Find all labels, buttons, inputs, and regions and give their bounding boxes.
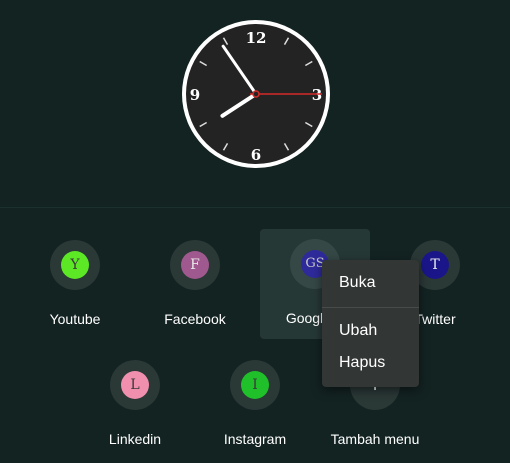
shortcut-linkedin[interactable]: L Linkedin <box>75 350 195 460</box>
shortcut-instagram-ring: I <box>230 360 280 410</box>
shortcut-instagram-letter: I <box>241 371 269 399</box>
menu-separator <box>322 307 419 308</box>
shortcut-instagram[interactable]: I Instagram <box>195 350 315 460</box>
numeral-3: 3 <box>312 86 322 104</box>
shortcut-instagram-label: Instagram <box>223 431 287 447</box>
shortcut-youtube-letter: Y <box>61 251 89 279</box>
shortcut-youtube-label: Youtube <box>49 311 101 327</box>
numeral-9: 9 <box>190 86 200 104</box>
menu-item-edit[interactable]: Ubah <box>322 315 419 347</box>
shortcut-facebook[interactable]: F Facebook <box>135 230 255 340</box>
context-menu: Buka Ubah Hapus <box>322 260 419 387</box>
menu-item-open[interactable]: Buka <box>322 267 419 299</box>
numeral-12: 12 <box>246 29 267 47</box>
numeral-6: 6 <box>251 146 261 164</box>
analog-clock: 12 3 6 9 <box>182 20 330 168</box>
shortcut-linkedin-letter: L <box>121 371 149 399</box>
shortcut-linkedin-ring: L <box>110 360 160 410</box>
shortcut-linkedin-label: Linkedin <box>108 431 162 447</box>
section-divider <box>0 207 510 208</box>
shortcut-twitter-letter: T <box>421 251 449 279</box>
menu-item-delete[interactable]: Hapus <box>322 347 419 379</box>
shortcut-facebook-ring: F <box>170 240 220 290</box>
shortcut-facebook-letter: F <box>181 251 209 279</box>
shortcut-youtube-ring: Y <box>50 240 100 290</box>
shortcut-facebook-label: Facebook <box>164 311 226 327</box>
clock-area: 12 3 6 9 <box>0 0 510 207</box>
add-shortcut-label: Tambah menu <box>330 431 420 447</box>
shortcut-youtube[interactable]: Y Youtube <box>15 230 135 340</box>
clock-center-pin <box>252 90 260 98</box>
